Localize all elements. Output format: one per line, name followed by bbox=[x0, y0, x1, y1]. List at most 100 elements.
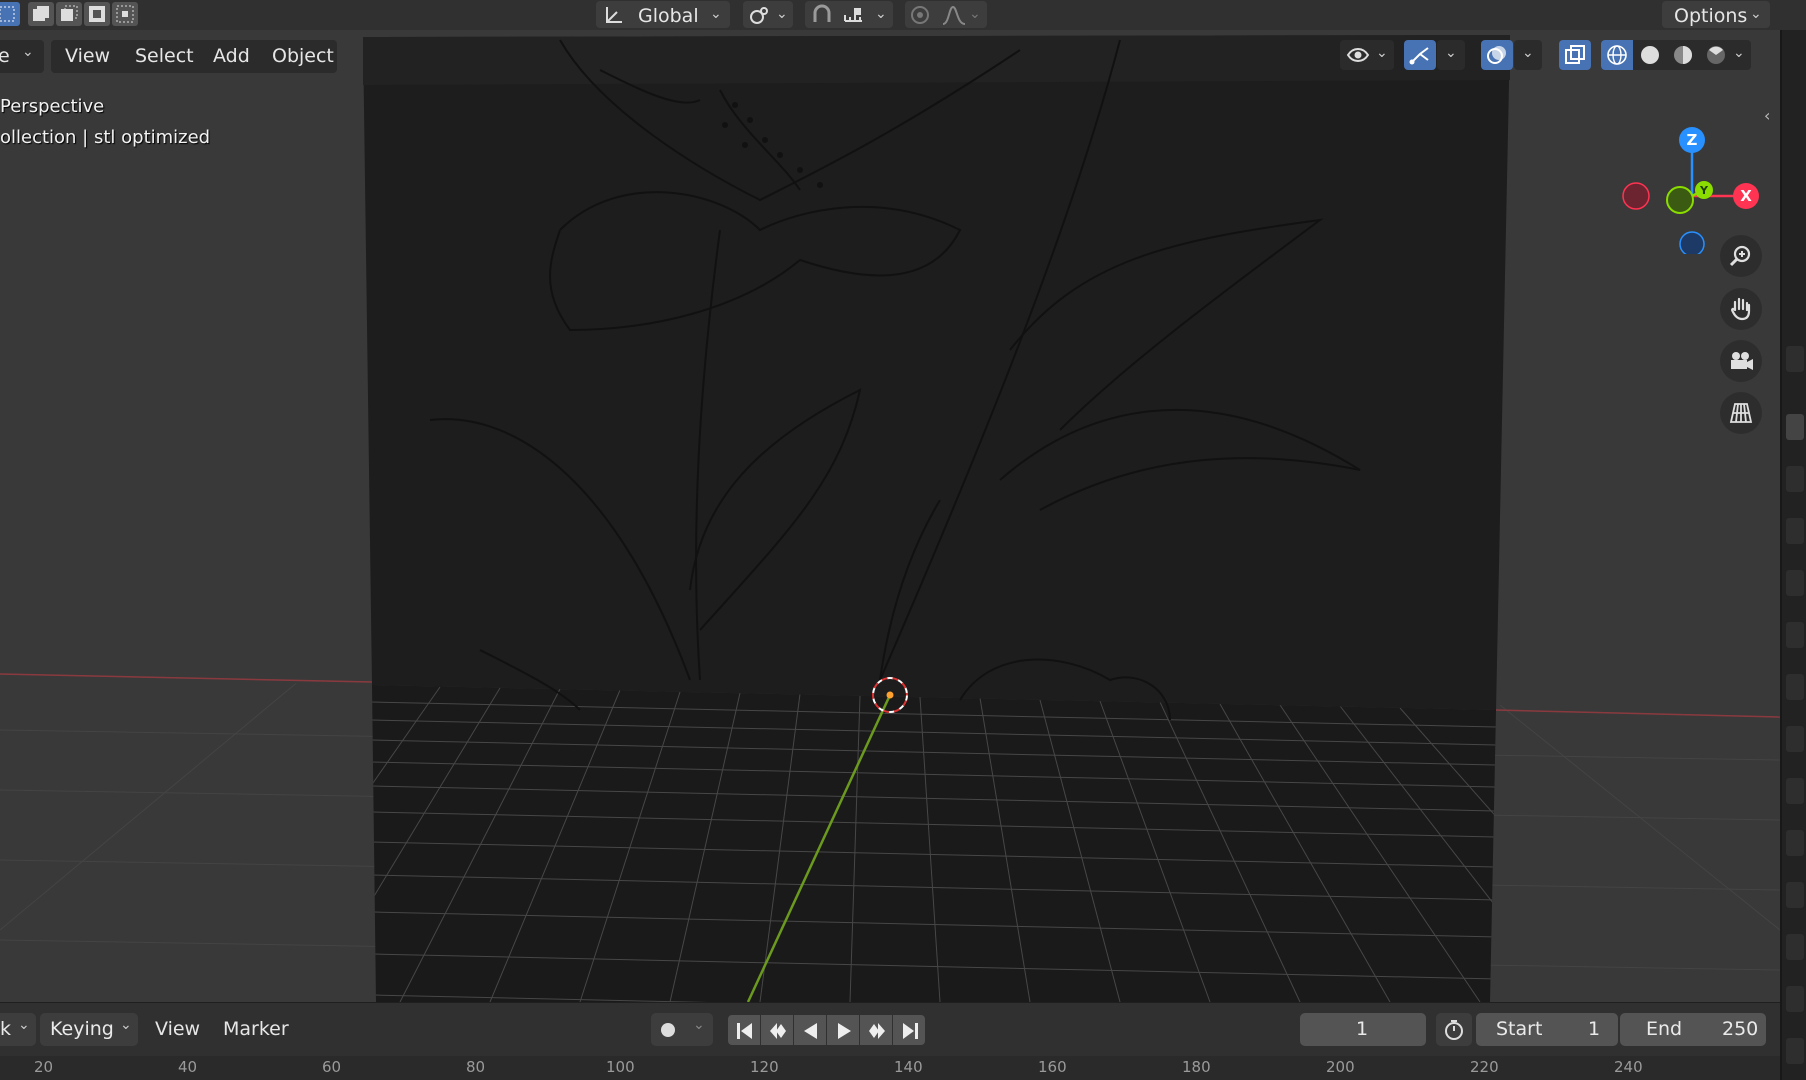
ruler-tick-label: 60 bbox=[322, 1058, 342, 1076]
editor-mode-dropdown[interactable]: e ⌄ bbox=[0, 40, 44, 73]
eye-icon bbox=[1346, 48, 1370, 62]
pivot-point-dropdown[interactable]: ⌄ bbox=[743, 1, 793, 28]
material-sphere-icon bbox=[1674, 46, 1692, 64]
camera-view-button[interactable] bbox=[1720, 340, 1762, 382]
rendered-sphere-icon bbox=[1707, 46, 1725, 64]
select-box-new-button[interactable] bbox=[0, 2, 20, 26]
timeline-editor-label: k bbox=[0, 1018, 12, 1040]
ruler-tick-label: 40 bbox=[178, 1058, 198, 1076]
strip-tab-material[interactable] bbox=[1786, 986, 1804, 1012]
snapping-dropdown[interactable]: ⌄ bbox=[805, 1, 893, 28]
neg-x-axis-handle[interactable] bbox=[1622, 182, 1650, 210]
prev-keyframe-icon bbox=[770, 1023, 786, 1039]
overlays-toggle-button[interactable] bbox=[1481, 40, 1513, 70]
current-frame-field[interactable]: 1 bbox=[1300, 1013, 1426, 1046]
view-perspective-text: Perspective bbox=[0, 96, 105, 117]
strip-tab-tool[interactable] bbox=[1786, 346, 1804, 372]
chevron-down-icon: ⌄ bbox=[1522, 45, 1534, 61]
viewport-menu-bar: View Select Add Object bbox=[51, 40, 337, 73]
3d-viewport[interactable]: e ⌄ View Select Add Object Perspective o… bbox=[0, 30, 1780, 1002]
strip-tab-texture[interactable] bbox=[1786, 1038, 1804, 1064]
neg-z-axis-handle[interactable] bbox=[1679, 231, 1705, 254]
chevron-left-icon[interactable]: ‹ bbox=[1764, 106, 1770, 125]
strip-tab-particles[interactable] bbox=[1786, 778, 1804, 804]
chevron-down-icon: ⌄ bbox=[1750, 6, 1762, 22]
proportional-editing-group[interactable]: ⌄ bbox=[905, 1, 987, 28]
shading-material-button[interactable] bbox=[1667, 40, 1699, 70]
gizmo-icon bbox=[1409, 47, 1429, 65]
jump-to-start-button[interactable] bbox=[728, 1015, 760, 1045]
shading-solid-button[interactable] bbox=[1634, 40, 1666, 70]
strip-tab-world[interactable] bbox=[1786, 622, 1804, 648]
zoom-button[interactable] bbox=[1720, 235, 1762, 277]
strip-tab-modifiers[interactable] bbox=[1786, 726, 1804, 752]
neg-y-axis-handle[interactable] bbox=[1666, 186, 1694, 214]
pan-button[interactable] bbox=[1720, 288, 1762, 330]
gizmo-toggle-button[interactable] bbox=[1404, 40, 1436, 70]
toggle-ortho-button[interactable] bbox=[1720, 392, 1762, 434]
strip-tab-physics[interactable] bbox=[1786, 830, 1804, 856]
solid-sphere-icon bbox=[1641, 46, 1659, 64]
ruler-tick-label: 180 bbox=[1182, 1058, 1211, 1076]
chevron-down-icon: ⌄ bbox=[18, 1017, 30, 1033]
select-intersect-button[interactable] bbox=[112, 2, 138, 26]
timeline-editor-dropdown[interactable]: k ⌄ bbox=[0, 1013, 36, 1046]
xray-toggle-button[interactable] bbox=[1559, 40, 1591, 70]
auto-keying-group[interactable]: ⌄ bbox=[651, 1013, 713, 1046]
chevron-down-icon: ⌄ bbox=[1733, 45, 1745, 61]
strip-tab-scene[interactable] bbox=[1786, 570, 1804, 596]
overlays-dropdown[interactable]: ⌄ bbox=[1514, 40, 1542, 70]
end-frame-field[interactable]: End 250 bbox=[1620, 1013, 1766, 1046]
next-keyframe-icon bbox=[869, 1023, 885, 1039]
strip-tab-view-layer[interactable] bbox=[1786, 518, 1804, 544]
strip-tab-render[interactable] bbox=[1786, 414, 1804, 440]
stopwatch-icon bbox=[1445, 1020, 1463, 1040]
timeline-ruler[interactable]: 20 40 60 80 100 120 140 160 180 200 220 … bbox=[0, 1056, 1780, 1080]
jump-next-keyframe-button[interactable] bbox=[860, 1015, 892, 1045]
select-extend-button[interactable] bbox=[28, 2, 54, 26]
timeline-menu-view[interactable]: View bbox=[155, 1018, 200, 1040]
chevron-down-icon: ⌄ bbox=[1376, 45, 1388, 61]
chevron-down-icon: ⌄ bbox=[969, 6, 981, 22]
timeline-header: k ⌄ Keying ⌄ View Marker ⌄ 1 Start 1 End… bbox=[0, 1002, 1780, 1057]
editor-mode-label: e bbox=[0, 45, 10, 67]
menu-object[interactable]: Object bbox=[272, 45, 334, 67]
strip-tab-object[interactable] bbox=[1786, 674, 1804, 700]
transform-orientation-label: Global bbox=[638, 5, 699, 27]
select-invert-button[interactable] bbox=[84, 2, 110, 26]
shading-rendered-button[interactable] bbox=[1700, 40, 1732, 70]
strip-tab-output[interactable] bbox=[1786, 466, 1804, 492]
hand-icon bbox=[1731, 297, 1751, 321]
strip-tab-constraints[interactable] bbox=[1786, 882, 1804, 908]
play-button[interactable] bbox=[827, 1015, 859, 1045]
jump-start-icon bbox=[737, 1023, 752, 1039]
chevron-down-icon: ⌄ bbox=[776, 6, 788, 22]
relief-panel bbox=[363, 35, 1510, 710]
visibility-dropdown[interactable]: ⌄ bbox=[1340, 40, 1394, 70]
gizmo-dropdown[interactable]: ⌄ bbox=[1437, 40, 1465, 70]
start-frame-field[interactable]: Start 1 bbox=[1476, 1013, 1618, 1046]
navigation-gizmo[interactable]: Z X Y bbox=[1610, 94, 1760, 254]
play-icon bbox=[838, 1023, 851, 1039]
menu-view[interactable]: View bbox=[65, 45, 110, 67]
options-dropdown[interactable]: Options ⌄ bbox=[1662, 1, 1770, 28]
keying-dropdown[interactable]: Keying ⌄ bbox=[40, 1013, 138, 1046]
scene-render bbox=[0, 30, 1780, 1002]
proportional-editing-icon bbox=[911, 6, 929, 24]
select-subtract-button[interactable] bbox=[56, 2, 82, 26]
jump-to-end-button[interactable] bbox=[893, 1015, 925, 1045]
menu-select[interactable]: Select bbox=[135, 45, 194, 67]
play-reverse-button[interactable] bbox=[794, 1015, 826, 1045]
ruler-tick-label: 100 bbox=[606, 1058, 635, 1076]
transform-orientation-dropdown[interactable]: Global ⌄ bbox=[596, 1, 730, 28]
shading-wireframe-button[interactable] bbox=[1601, 40, 1633, 70]
timeline-menu-marker[interactable]: Marker bbox=[223, 1018, 289, 1040]
y-axis-label: Y bbox=[1699, 184, 1709, 197]
shading-mode-group: ⌄ bbox=[1601, 40, 1751, 70]
strip-tab-data[interactable] bbox=[1786, 934, 1804, 960]
ruler-tick-label: 200 bbox=[1326, 1058, 1355, 1076]
viewport-header-top: Global ⌄ ⌄ ⌄ ⌄ Options ⌄ bbox=[0, 0, 1806, 30]
menu-add[interactable]: Add bbox=[213, 45, 250, 67]
jump-prev-keyframe-button[interactable] bbox=[761, 1015, 793, 1045]
preview-range-button[interactable] bbox=[1436, 1013, 1472, 1046]
